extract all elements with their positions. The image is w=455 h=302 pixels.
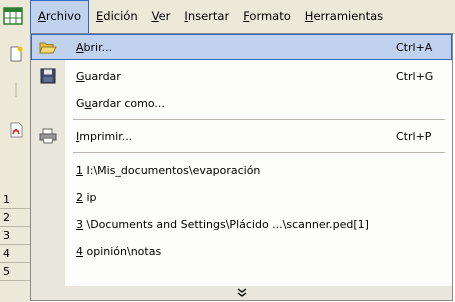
menu-herramientas[interactable]: Herramientas [298,0,390,33]
menu-item-imprimir-shortcut: Ctrl+P [396,129,432,143]
menu-formato-label: ormato [249,9,291,23]
archivo-dropdown-menu: Abrir... Ctrl+A Guardar Ctrl+G Guardar c… [30,33,453,301]
recent-file-2-path: ip [83,190,97,204]
empty-icon-slot [31,211,65,237]
row-header-5[interactable]: 5 [0,263,30,281]
guardar-como-text: ardar como... [91,96,165,110]
menu-herramientas-label: erramientas [313,9,384,23]
menu-item-abrir[interactable]: Abrir... Ctrl+A [31,34,452,60]
printer-icon [31,123,65,149]
abrir-mnemonic: A [76,40,84,54]
row-headers: 1 2 3 4 5 [0,191,30,281]
recent-file-2-number: 2 [76,190,83,204]
empty-icon-slot [31,157,65,183]
row-header-4[interactable]: 4 [0,245,30,263]
row-header-2[interactable]: 2 [0,209,30,227]
recent-file-3-label: 3 \Documents and Settings\Plácido ...\sc… [65,218,452,231]
guardar-mnemonic: G [76,69,85,83]
menu-item-guardar-como[interactable]: Guardar como... [31,90,452,116]
menu-item-guardar-como-label: Guardar como... [65,97,396,110]
guardar-como-mnemonic: u [84,96,92,110]
imprimir-text: mprimir... [79,129,133,143]
menu-archivo[interactable]: Archivo [30,0,89,33]
menu-item-guardar-label: Guardar [65,70,396,83]
empty-icon-slot [31,184,65,210]
recent-file-1-path: I:\Mis_documentos\evaporación [83,163,261,177]
guardar-como-pre: G [76,96,85,110]
menu-item-abrir-label: Abrir... [65,41,396,54]
toolbar-separator-icon [7,81,25,99]
recent-file-2[interactable]: 2 ip [31,184,452,210]
double-chevron-down-icon [237,287,247,300]
recent-file-4[interactable]: 4 opinión\notas [31,238,452,264]
menu-ver-mnemonic: V [151,9,159,23]
row-header-3[interactable]: 3 [0,227,30,245]
menu-item-guardar-shortcut: Ctrl+G [396,69,434,83]
menu-expand-button[interactable] [31,286,452,300]
row-header-1[interactable]: 1 [0,191,30,209]
menu-item-imprimir-label: Imprimir... [65,130,396,143]
menu-formato[interactable]: Formato [236,0,298,33]
recent-file-4-path: opinión\notas [83,244,162,258]
open-folder-icon [31,34,65,60]
abrir-text: brir... [83,40,113,54]
menu-item-imprimir[interactable]: Imprimir... Ctrl+P [31,123,452,149]
empty-icon-slot [31,90,65,116]
spreadsheet-app-icon[interactable] [2,5,24,27]
recent-file-3-path: \Documents and Settings\Plácido ...\scan… [83,217,369,231]
recent-file-4-label: 4 opinión\notas [65,245,452,258]
pdf-icon[interactable] [7,121,25,139]
menu-archivo-label: rchivo [45,9,81,23]
menu-archivo-mnemonic: A [38,9,46,23]
menu-ver-label: er [158,9,171,23]
menu-separator [73,119,445,120]
recent-file-2-label: 2 ip [65,191,452,204]
recent-file-3[interactable]: 3 \Documents and Settings\Plácido ...\sc… [31,211,452,237]
recent-file-3-number: 3 [76,217,83,231]
menu-ver[interactable]: Ver [145,0,178,33]
menu-bar: Archivo Edición Ver Insertar Formato Her… [0,0,455,34]
new-document-icon[interactable] [7,45,25,63]
empty-icon-slot [31,238,65,264]
recent-file-1-number: 1 [76,163,83,177]
menu-item-guardar[interactable]: Guardar Ctrl+G [31,63,452,89]
menu-edicion[interactable]: Edición [89,0,145,33]
menu-item-abrir-shortcut: Ctrl+A [396,40,433,54]
floppy-disk-icon [31,63,65,89]
menu-insertar[interactable]: Insertar [177,0,236,33]
recent-file-4-number: 4 [76,244,83,258]
menu-separator [73,152,445,153]
menu-insertar-label: nsertar [187,9,230,23]
recent-file-1-label: 1 I:\Mis_documentos\evaporación [65,164,452,177]
guardar-text: uardar [84,69,121,83]
menu-edicion-label: dición [103,9,138,23]
recent-file-1[interactable]: 1 I:\Mis_documentos\evaporación [31,157,452,183]
